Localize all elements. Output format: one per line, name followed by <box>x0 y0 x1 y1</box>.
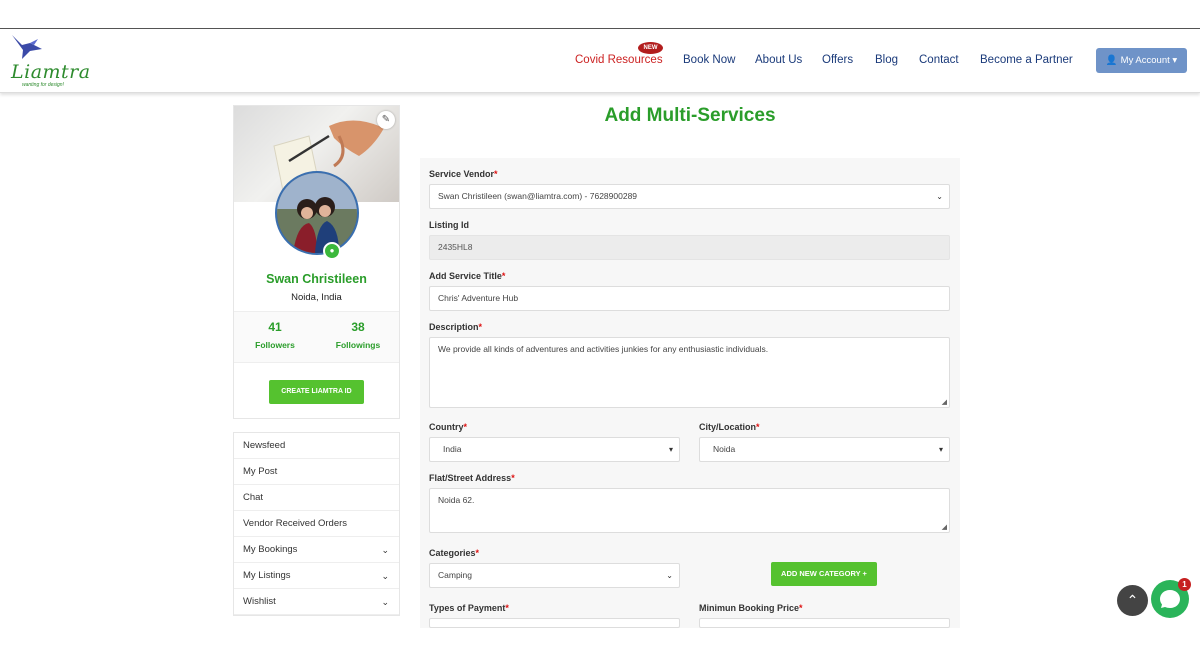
sidebar-item-my-post[interactable]: My Post <box>234 459 399 485</box>
logo-tagline: wanting for design! <box>22 82 64 88</box>
sidebar-item-chat[interactable]: Chat <box>234 485 399 511</box>
profile-location: Noida, India <box>291 292 342 303</box>
edit-cover-icon[interactable]: ✎ <box>377 111 395 129</box>
sidebar-item-label: Vendor Received Orders <box>243 518 348 529</box>
nav-become-partner[interactable]: Become a Partner <box>980 54 1073 66</box>
service-title-input[interactable]: Chris' Adventure Hub <box>429 286 950 311</box>
chevron-up-icon: ⌃ <box>1126 592 1139 608</box>
followers-count: 41 <box>268 320 282 334</box>
nav-contact[interactable]: Contact <box>919 54 959 66</box>
service-vendor-label: Service Vendor* <box>429 169 498 179</box>
country-select[interactable]: India ▾ <box>429 437 680 462</box>
sidebar-item-label: My Bookings <box>243 544 298 555</box>
sidebar-menu: Newsfeed My Post Chat Vendor Received Or… <box>233 432 400 616</box>
chevron-down-icon: ⌄ <box>381 545 389 555</box>
payment-types-select[interactable] <box>429 618 680 628</box>
user-icon: 👤 <box>1105 55 1118 66</box>
camera-icon[interactable]: ● <box>323 242 341 260</box>
chevron-down-icon: ⌄ <box>666 571 673 580</box>
address-textarea[interactable]: Noida 62. ◢ <box>429 488 950 533</box>
nav-blog[interactable]: Blog <box>875 54 898 66</box>
caret-down-icon: ▾ <box>938 445 943 454</box>
new-badge: NEW <box>638 42 663 54</box>
sidebar-item-label: Wishlist <box>243 596 276 607</box>
followings-count: 38 <box>351 320 365 334</box>
my-account-label: My Account <box>1120 55 1170 66</box>
sidebar-item-label: Newsfeed <box>243 440 286 451</box>
sidebar-item-label: Chat <box>243 492 264 503</box>
listing-id-label: Listing Id <box>429 220 469 230</box>
site-header: Liamtra wanting for design! Covid Resour… <box>0 29 1200 93</box>
scroll-to-top-button[interactable]: ⌃ <box>1117 585 1148 616</box>
sidebar-item-label: My Post <box>243 466 278 477</box>
address-label: Flat/Street Address* <box>429 473 515 483</box>
min-booking-price-label: Minimun Booking Price* <box>699 603 803 613</box>
profile-card: ✎ ● Swan Christileen Noida, India 41 Fol… <box>233 105 400 419</box>
city-select[interactable]: Noida ▾ <box>699 437 950 462</box>
create-liamtra-id-button[interactable]: CREATE LIAMTRA ID <box>269 380 364 404</box>
chat-notification-badge: 1 <box>1178 578 1191 591</box>
listing-id-field: 2435HL8 <box>429 235 950 260</box>
sidebar-item-newsfeed[interactable]: Newsfeed <box>234 433 399 459</box>
nav-book-now[interactable]: Book Now <box>683 54 735 66</box>
sidebar-item-my-bookings[interactable]: My Bookings ⌄ <box>234 537 399 563</box>
add-new-category-button[interactable]: ADD NEW CATEGORY + <box>771 562 877 586</box>
logo-text: Liamtra <box>11 61 91 83</box>
min-booking-price-input[interactable] <box>699 618 950 628</box>
avatar-photo <box>277 173 357 253</box>
nav-covid-resources[interactable]: Covid Resources <box>575 54 663 66</box>
followers-stat[interactable]: 41 Followers <box>234 320 316 350</box>
caret-down-icon: ▾ <box>668 445 673 454</box>
service-title-label: Add Service Title* <box>429 271 506 281</box>
my-account-button[interactable]: 👤 My Account ▾ <box>1096 48 1187 73</box>
categories-label: Categories* <box>429 548 480 558</box>
followers-label: Followers <box>255 340 295 350</box>
chevron-down-icon: ⌄ <box>381 571 389 581</box>
sidebar-item-wishlist[interactable]: Wishlist ⌄ <box>234 589 399 615</box>
page-title: Add Multi-Services <box>604 105 776 126</box>
sidebar-item-label: My Listings <box>243 570 291 581</box>
profile-stats: 41 Followers 38 Followings <box>234 311 399 363</box>
categories-select[interactable]: Camping ⌄ <box>429 563 680 588</box>
description-label: Description* <box>429 322 483 332</box>
resize-handle-icon[interactable]: ◢ <box>942 523 947 531</box>
followings-label: Followings <box>335 340 381 350</box>
profile-name: Swan Christileen <box>266 272 367 286</box>
top-bar <box>0 0 1200 29</box>
sidebar-item-my-listings[interactable]: My Listings ⌄ <box>234 563 399 589</box>
chevron-down-icon: ⌄ <box>936 192 943 201</box>
payment-types-label: Types of Payment* <box>429 603 509 613</box>
service-vendor-select[interactable]: Swan Christileen (swan@liamtra.com) - 76… <box>429 184 950 209</box>
chevron-down-icon: ⌄ <box>381 597 389 607</box>
city-label: City/Location* <box>699 422 760 432</box>
resize-handle-icon[interactable]: ◢ <box>942 398 947 406</box>
caret-down-icon: ▾ <box>1172 55 1178 66</box>
liamtra-logo[interactable]: Liamtra wanting for design! <box>8 33 90 89</box>
followings-stat[interactable]: 38 Followings <box>317 320 399 350</box>
country-label: Country* <box>429 422 468 432</box>
nav-about-us[interactable]: About Us <box>755 54 802 66</box>
nav-offers[interactable]: Offers <box>822 54 853 66</box>
sidebar-item-vendor-orders[interactable]: Vendor Received Orders <box>234 511 399 537</box>
description-textarea[interactable]: We provide all kinds of adventures and a… <box>429 337 950 408</box>
avatar <box>275 171 359 255</box>
